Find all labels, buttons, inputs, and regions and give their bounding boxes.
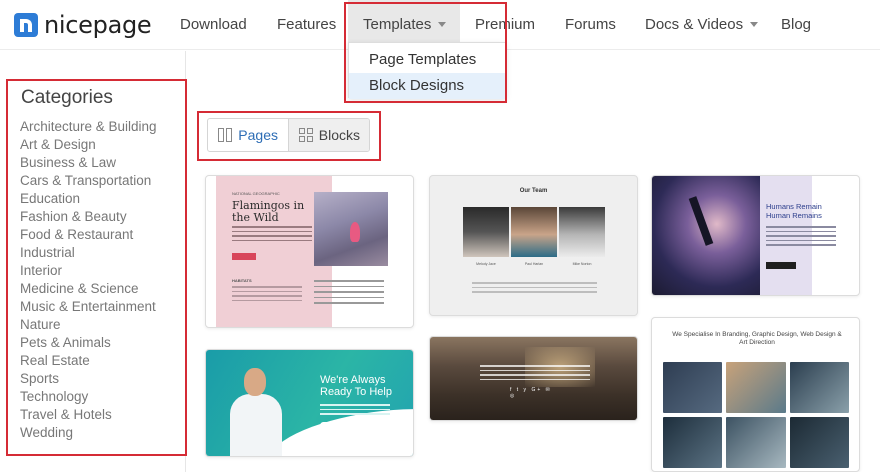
category-item[interactable]: Sports	[20, 370, 157, 388]
team-photo	[559, 207, 605, 257]
template-thumbnail-concert[interactable]: Humans Remain Human Remains	[651, 175, 860, 296]
nicepage-logo[interactable]: nicepage	[14, 11, 152, 39]
template-thumbnail-flamingos[interactable]: NATIONAL GEOGRAPHIC Flamingos in the Wil…	[205, 175, 414, 328]
category-item[interactable]: Education	[20, 190, 157, 208]
photo-grid	[663, 362, 849, 468]
thumbnail-title: Humans Remain Human Remains	[766, 202, 822, 220]
category-item[interactable]: Music & Entertainment	[20, 298, 157, 316]
pages-icon	[218, 128, 233, 142]
chevron-down-icon	[750, 21, 759, 27]
team-photo	[463, 207, 509, 257]
categories-sidebar: Categories Architecture & Building Art &…	[0, 51, 186, 472]
thumbnail-title: We Specialise In Branding, Graphic Desig…	[672, 331, 842, 346]
category-item[interactable]: Interior	[20, 262, 157, 280]
dropdown-item-page-templates[interactable]: Page Templates	[349, 47, 505, 73]
social-icons: f t y G+ ✉ ◎	[510, 387, 552, 399]
thumbnail-title: We're Always Ready To Help	[320, 374, 392, 398]
nav-forums[interactable]: Forums	[565, 0, 616, 50]
template-thumbnail-our-team[interactable]: Our Team Melody Jace Paul Harlan Mike No…	[429, 175, 638, 316]
category-item[interactable]: Architecture & Building	[20, 118, 157, 136]
logo-text: nicepage	[44, 11, 152, 39]
category-item[interactable]: Food & Restaurant	[20, 226, 157, 244]
flamingo-photo	[314, 192, 388, 266]
concert-photo	[652, 176, 760, 295]
team-photo	[511, 207, 557, 257]
chevron-down-icon	[438, 21, 447, 27]
thumbnail-title: Our Team	[519, 188, 548, 194]
category-item[interactable]: Medicine & Science	[20, 280, 157, 298]
pages-view-button[interactable]: Pages	[208, 119, 288, 151]
dropdown-item-block-designs[interactable]: Block Designs	[349, 73, 505, 99]
categories-title: Categories	[21, 87, 113, 108]
blocks-icon	[299, 128, 313, 142]
templates-dropdown-menu: Page Templates Block Designs	[348, 42, 506, 99]
thumbnail-title: Flamingos in the Wild	[232, 199, 305, 224]
category-list: Architecture & Building Art & Design Bus…	[20, 118, 157, 442]
template-thumbnail-branding[interactable]: We Specialise In Branding, Graphic Desig…	[651, 317, 860, 472]
category-item[interactable]: Fashion & Beauty	[20, 208, 157, 226]
category-item[interactable]: Nature	[20, 316, 157, 334]
nav-blog[interactable]: Blog	[781, 0, 811, 50]
category-item[interactable]: Travel & Hotels	[20, 406, 157, 424]
category-item[interactable]: Real Estate	[20, 352, 157, 370]
category-item[interactable]: Pets & Animals	[20, 334, 157, 352]
blocks-view-button[interactable]: Blocks	[288, 119, 369, 151]
pages-blocks-toggle: Pages Blocks	[207, 118, 370, 152]
nav-features[interactable]: Features	[277, 0, 336, 50]
nav-download[interactable]: Download	[180, 0, 247, 50]
category-item[interactable]: Industrial	[20, 244, 157, 262]
category-item[interactable]: Business & Law	[20, 154, 157, 172]
category-item[interactable]: Cars & Transportation	[20, 172, 157, 190]
template-thumbnail-landscape[interactable]: f t y G+ ✉ ◎	[429, 336, 638, 421]
category-item[interactable]: Technology	[20, 388, 157, 406]
doctor-photo	[226, 364, 288, 456]
template-thumbnail-medical[interactable]: We're Always Ready To Help	[205, 349, 414, 457]
nav-docs-videos[interactable]: Docs & Videos	[645, 0, 759, 50]
nicepage-logo-icon	[14, 13, 38, 37]
category-item[interactable]: Wedding	[20, 424, 157, 442]
category-item[interactable]: Art & Design	[20, 136, 157, 154]
